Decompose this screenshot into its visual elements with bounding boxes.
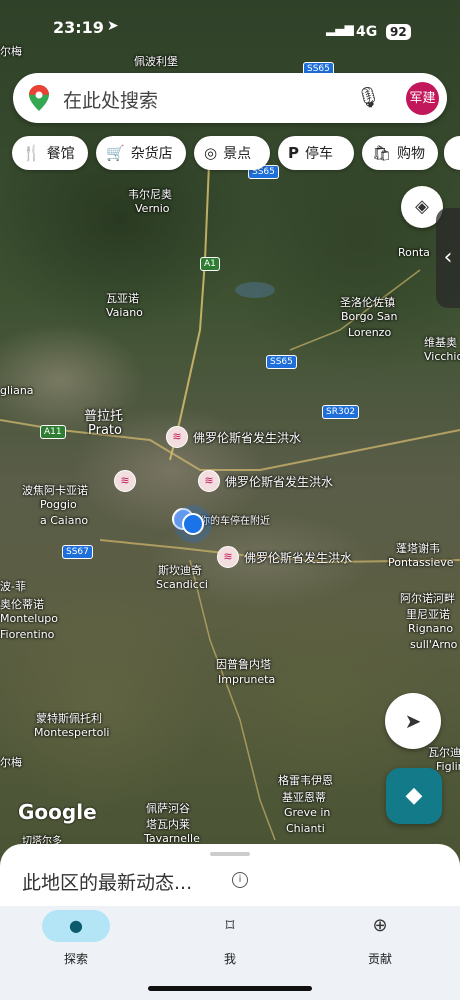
place-label: Figlin [436,760,460,773]
place-label: 格雷韦伊恩 [278,774,333,787]
place-label-prato-cn: 普拉托 [84,409,124,424]
place-label: 佩萨河谷 [146,802,190,815]
battery-indicator: 92 [386,24,411,40]
signal-icon: ▂▄▆ [326,22,354,36]
place-label: 因普鲁内塔 [216,658,271,671]
home-indicator [148,986,312,991]
place-label: 奥伦蒂诺 [0,598,44,611]
place-label: Greve in [284,806,331,819]
road-shield: A1 [200,257,220,271]
place-label: Fiorentino [0,628,55,641]
place-label: Poggio [40,498,77,511]
road-shield: SS65 [266,355,297,369]
place-label: Impruneta [218,673,276,686]
place-label: 蒙特斯佩托利 [36,712,102,725]
place-label: gliana [0,384,34,397]
fork-knife-icon: 🍴 [22,144,41,162]
location-arrow-icon: ➤ [107,18,119,34]
parked-car-label: 你的车停在附近 [200,516,270,527]
place-label: Lorenzo [348,326,392,339]
chip-groceries[interactable]: 🛒 杂货店 [96,136,186,170]
microphone-icon[interactable]: 🎙 [356,85,381,109]
place-label: 瓦尔迪 [428,746,460,759]
place-label: Vaiano [106,306,143,319]
flood-icon: ≋ [217,546,239,568]
chip-shopping[interactable]: 🛍 购物 [362,136,438,170]
google-logo: Google [18,800,97,824]
place-label: 斯坎迪奇 [158,564,202,577]
flood-alert-marker[interactable]: ≋ [114,470,136,492]
place-label: Ronta [398,246,430,259]
plus-circle-icon: ⊕ [372,915,388,936]
place-label: 波-菲 [0,580,26,593]
sheet-title: 此地区的最新动态... [22,872,193,894]
place-label: 阿尔诺河畔 [400,592,455,605]
shopping-bag-icon: 🛍 [372,144,392,162]
recenter-button[interactable]: ➤ [385,693,441,749]
tab-explore[interactable]: ● 探索 [42,910,110,970]
cart-icon: 🛒 [106,144,125,162]
attraction-icon: ◎ [204,144,218,162]
flood-alert-marker[interactable]: ≋ 佛罗伦斯省发生洪水 [217,546,352,568]
road-shield: SS67 [62,545,93,559]
place-label: 尔梅 [0,756,22,769]
place-label: Montespertoli [34,726,110,739]
flood-icon: ≋ [114,470,136,492]
info-icon[interactable]: i [232,872,248,888]
bottom-nav: ● 探索 ⌑ 我 ⊕ 贡献 [0,906,460,1000]
place-label: Rignano [408,622,454,635]
place-label: 蓬塔谢韦 [396,542,440,555]
explore-pin-icon: ● [42,910,110,942]
chevron-left-icon: ‹ [443,245,453,270]
place-label: 韦尔尼奥 [128,188,172,201]
clock: 23:19 [53,18,104,37]
place-label: 瓦亚诺 [106,292,139,305]
flood-alert-marker[interactable]: ≋ 佛罗伦斯省发生洪水 [198,470,333,492]
chip-parking[interactable]: P 停车 [278,136,354,170]
place-label: Scandicci [156,578,208,591]
place-label: sull'Arno [410,638,458,651]
network-type: 4G [356,24,378,40]
navigation-arrow-icon: ➤ [404,709,422,733]
place-label: 佩波利堡 [134,55,178,68]
road-shield: SR302 [322,405,360,419]
search-input[interactable]: 在此处搜索 [63,86,158,113]
place-label: Borgo San [341,310,398,323]
place-label: Pontassieve [388,556,454,569]
place-label-prato: Prato [88,423,122,438]
flood-icon: ≋ [198,470,220,492]
tab-contribute[interactable]: ⊕ 贡献 [346,910,414,970]
place-label: Montelupo [0,612,59,625]
chip-attractions[interactable]: ◎ 景点 [194,136,270,170]
parking-icon: P [288,144,299,162]
place-label: 里尼亚诺 [406,608,450,621]
bookmark-icon: ⌑ [225,916,235,936]
bottom-sheet[interactable]: 此地区的最新动态... i [0,844,460,914]
place-label: 基亚恩蒂 [282,791,326,804]
drag-handle[interactable] [210,852,250,856]
place-label: 圣洛伦佐镇 [340,296,395,309]
directions-icon: ◆ [405,783,423,808]
place-label: Chianti [286,822,325,835]
place-label: 维基奥 [424,336,457,349]
place-label: a Caiano [40,514,89,527]
place-label: 塔瓦内莱 [146,818,190,831]
current-location-dot[interactable] [182,513,204,535]
tab-me[interactable]: ⌑ 我 [196,910,264,970]
chip-restaurants[interactable]: 🍴 餐馆 [12,136,88,170]
layers-icon: ◈ [415,196,429,217]
directions-button[interactable]: ◆ [386,768,442,824]
place-label: Vernio [135,202,170,215]
search-bar[interactable]: 在此处搜索 🎙 军建 [13,73,447,123]
flood-alert-marker[interactable]: ≋ 佛罗伦斯省发生洪水 [166,426,301,448]
place-label: 波焦阿卡亚诺 [22,484,88,497]
road-shield: A11 [40,425,66,439]
place-label: Vicchio [424,350,460,363]
maps-pin-icon [29,85,49,111]
place-label: 尔梅 [0,45,22,58]
flood-icon: ≋ [166,426,188,448]
avatar[interactable]: 军建 [406,82,439,115]
side-panel-handle[interactable]: ‹ [436,208,460,308]
